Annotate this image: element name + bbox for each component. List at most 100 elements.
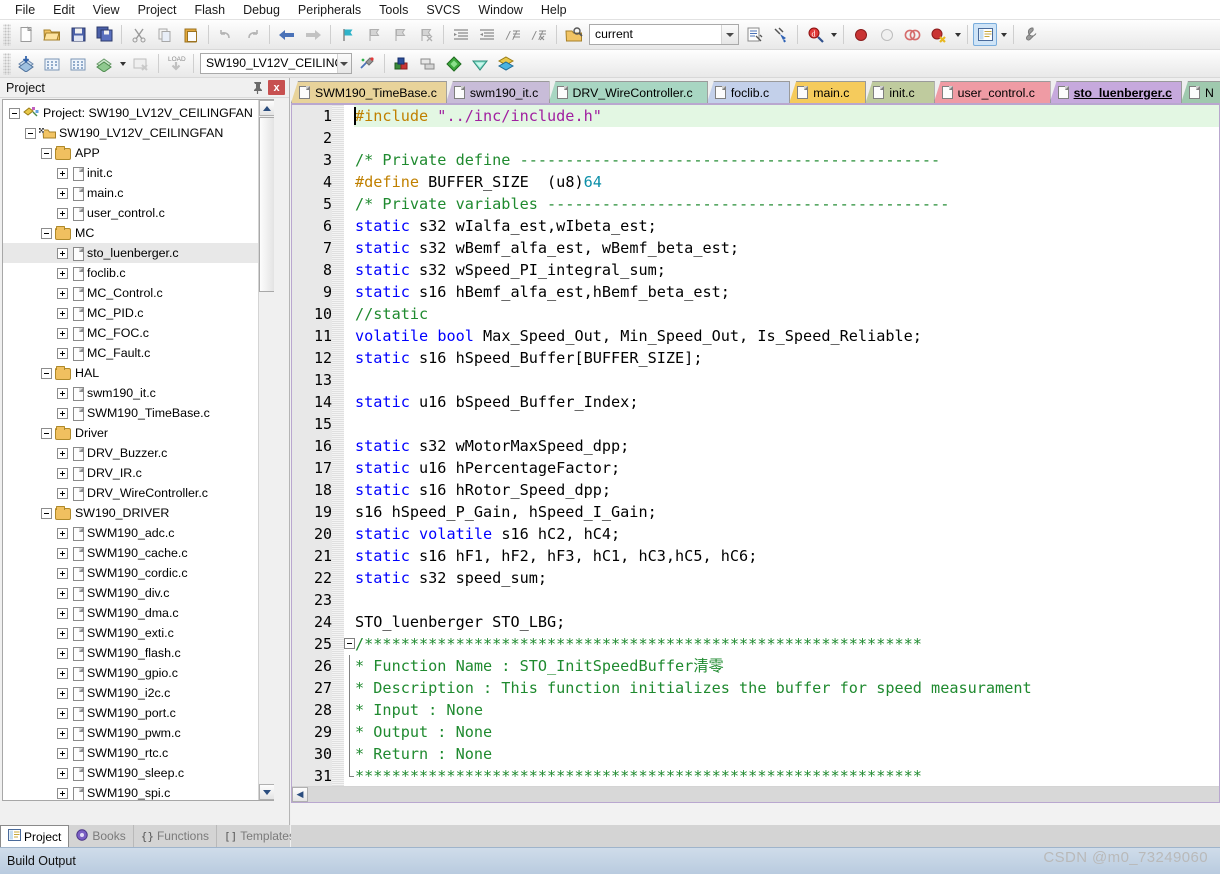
- close-icon[interactable]: x: [268, 80, 285, 95]
- copy-icon[interactable]: [153, 23, 177, 46]
- tree-item[interactable]: SWM190_gpio.c: [3, 663, 274, 683]
- manage-multi-project-icon[interactable]: [416, 52, 440, 75]
- tree-item[interactable]: Driver: [3, 423, 274, 443]
- fold-collapse-icon[interactable]: [344, 638, 355, 649]
- editor-tab-drv-wirecontroller-c[interactable]: DRV_WireController.c: [548, 81, 708, 103]
- tree-item[interactable]: SWM190_div.c: [3, 583, 274, 603]
- expand-icon[interactable]: [57, 587, 68, 599]
- menu-item-svcs[interactable]: SVCS: [417, 0, 469, 20]
- kill-breakpoint-icon[interactable]: [875, 23, 899, 46]
- expand-icon[interactable]: [57, 547, 68, 559]
- code-line[interactable]: 21 static s16 hF1, hF2, hF3, hC1, hC3,hC5…: [292, 545, 1219, 567]
- code-line[interactable]: 22 static s32 speed_sum;: [292, 567, 1219, 589]
- tree-item[interactable]: SW190_LV12V_CEILINGFAN: [3, 123, 274, 143]
- code-line[interactable]: 18 static s16 hRotor_Speed_dpp;: [292, 479, 1219, 501]
- scroll-up-icon[interactable]: [259, 100, 274, 116]
- project-window-icon[interactable]: [973, 23, 997, 46]
- code-line[interactable]: 2: [292, 127, 1219, 149]
- menu-item-window[interactable]: Window: [469, 0, 531, 20]
- code-line[interactable]: 11 volatile bool Max_Speed_Out, Min_Speed…: [292, 325, 1219, 347]
- tree-item[interactable]: SWM190_exti.c: [3, 623, 274, 643]
- tree-item[interactable]: foclib.c: [3, 263, 274, 283]
- expand-icon[interactable]: [57, 187, 68, 199]
- editor-tab-main-c[interactable]: main.c: [789, 81, 867, 103]
- menu-item-peripherals[interactable]: Peripherals: [289, 0, 370, 20]
- code-line[interactable]: 20 static volatile s16 hC2, hC4;: [292, 523, 1219, 545]
- tree-item[interactable]: SW190_DRIVER: [3, 503, 274, 523]
- code-line[interactable]: 9 static s16 hBemf_alfa_est,hBemf_beta_es…: [292, 281, 1219, 303]
- cut-icon[interactable]: [127, 23, 151, 46]
- expand-icon[interactable]: [57, 527, 68, 539]
- code-line[interactable]: 4 #define BUFFER_SIZE (u8)64: [292, 171, 1219, 193]
- comment-icon[interactable]: //: [501, 23, 525, 46]
- editor-tab-sto-luenberger-c[interactable]: sto_luenberger.c: [1049, 81, 1182, 103]
- pane-tab-functions[interactable]: {} Functions: [134, 825, 217, 847]
- open-file-icon[interactable]: [40, 23, 64, 46]
- translate-file-icon[interactable]: [14, 52, 38, 75]
- code-line[interactable]: 27 * Description : This function initiali…: [292, 677, 1219, 699]
- tree-item[interactable]: SWM190_sleep.c: [3, 763, 274, 783]
- manage-project-items-icon[interactable]: [390, 52, 414, 75]
- tree-item[interactable]: SWM190_port.c: [3, 703, 274, 723]
- navigate-back-icon[interactable]: [275, 23, 299, 46]
- expand-icon[interactable]: [57, 387, 68, 399]
- windows-dropdown-arrow[interactable]: [998, 23, 1009, 46]
- bookmark-prev-icon[interactable]: [362, 23, 386, 46]
- expand-icon[interactable]: [57, 707, 68, 719]
- build-dropdown-arrow[interactable]: [117, 52, 128, 75]
- find-in-project-icon[interactable]: [562, 23, 586, 46]
- tree-item[interactable]: sto_luenberger.c: [3, 243, 274, 263]
- expand-icon[interactable]: [57, 447, 68, 459]
- code-line[interactable]: 8 static s32 wSpeed_PI_integral_sum;: [292, 259, 1219, 281]
- code-line[interactable]: 31 **************************************…: [292, 765, 1219, 787]
- paste-icon[interactable]: [179, 23, 203, 46]
- menu-item-tools[interactable]: Tools: [370, 0, 417, 20]
- code-line[interactable]: 10 //static: [292, 303, 1219, 325]
- collapse-icon[interactable]: [41, 227, 52, 239]
- expand-icon[interactable]: [57, 647, 68, 659]
- expand-icon[interactable]: [57, 287, 68, 299]
- collapse-icon[interactable]: [41, 367, 52, 379]
- project-tree[interactable]: Project: SW190_LV12V_CEILINGFAN SW190_LV1…: [2, 99, 274, 801]
- scroll-left-icon[interactable]: ◀: [292, 787, 308, 802]
- pack-installer-icon[interactable]: [442, 52, 466, 75]
- pane-tab-books[interactable]: Books: [69, 825, 134, 847]
- expand-icon[interactable]: [57, 347, 68, 359]
- save-icon[interactable]: [66, 23, 90, 46]
- expand-icon[interactable]: [57, 307, 68, 319]
- tree-item[interactable]: HAL: [3, 363, 274, 383]
- expand-icon[interactable]: [57, 167, 68, 179]
- expand-icon[interactable]: [57, 687, 68, 699]
- expand-icon[interactable]: [57, 267, 68, 279]
- target-select[interactable]: current: [589, 24, 739, 45]
- build-target-icon[interactable]: [40, 52, 64, 75]
- menu-item-help[interactable]: Help: [532, 0, 576, 20]
- tree-item[interactable]: main.c: [3, 183, 274, 203]
- tree-item[interactable]: SWM190_pwm.c: [3, 723, 274, 743]
- select-software-packs-icon[interactable]: [494, 52, 518, 75]
- tree-item[interactable]: MC_FOC.c: [3, 323, 274, 343]
- find-in-files-icon[interactable]: d: [803, 23, 827, 46]
- code-line[interactable]: 3 /* Private define ---------------------…: [292, 149, 1219, 171]
- project-target-arrow[interactable]: [336, 54, 351, 73]
- expand-icon[interactable]: [57, 567, 68, 579]
- editor-tab-swm190-timebase-c[interactable]: SWM190_TimeBase.c: [291, 81, 447, 103]
- kill-all-breakpoints-icon[interactable]: [927, 23, 951, 46]
- download-icon[interactable]: LOAD: [164, 52, 188, 75]
- tree-item[interactable]: MC: [3, 223, 274, 243]
- manage-components-icon[interactable]: [742, 23, 766, 46]
- collapse-icon[interactable]: [25, 127, 36, 139]
- tree-item[interactable]: APP: [3, 143, 274, 163]
- horizontal-scroll-track[interactable]: [308, 787, 1219, 802]
- menu-item-file[interactable]: File: [6, 0, 44, 20]
- bookmark-next-icon[interactable]: [388, 23, 412, 46]
- pane-tab-project[interactable]: Project: [0, 825, 70, 847]
- scrollbar-thumb[interactable]: [259, 117, 274, 292]
- editor-tab-user-control-c[interactable]: user_control.c: [933, 81, 1051, 103]
- tree-item[interactable]: DRV_WireController.c: [3, 483, 274, 503]
- code-line[interactable]: 13: [292, 369, 1219, 391]
- editor-horizontal-scrollbar[interactable]: ◀: [292, 786, 1219, 802]
- tree-item[interactable]: SWM190_adc.c: [3, 523, 274, 543]
- menu-item-view[interactable]: View: [84, 0, 129, 20]
- expand-icon[interactable]: [57, 327, 68, 339]
